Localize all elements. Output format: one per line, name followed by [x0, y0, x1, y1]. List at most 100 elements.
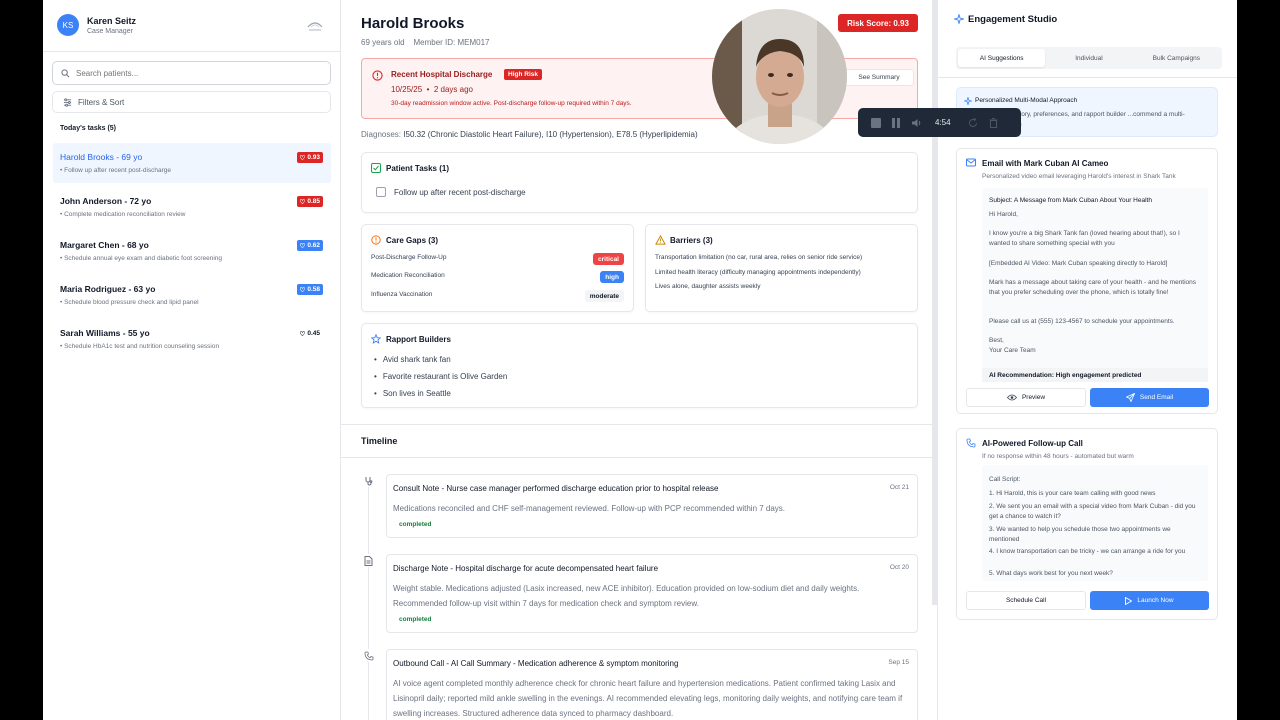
- sparkle-icon: [964, 97, 972, 105]
- email-line: Please call us at (555) 123-4567 to sche…: [989, 318, 1175, 325]
- alert-message: 30-day readmission window active. Post-d…: [391, 100, 632, 107]
- tasks-title: Today's tasks (5): [60, 125, 116, 132]
- alert-circle-icon: [371, 235, 381, 245]
- timeline-item[interactable]: Outbound Call - AI Call Summary - Medica…: [386, 649, 918, 720]
- score-badge: ♡ 0.93: [296, 152, 323, 163]
- script-line: 4. I know transportation can be tricky -…: [989, 548, 1186, 555]
- card-subtitle: If no response within 48 hours - automat…: [982, 453, 1134, 460]
- alert-date: 10/25/25 • 2 days ago: [391, 85, 473, 94]
- alert-circle-icon: [372, 70, 383, 81]
- checkbox[interactable]: [376, 187, 386, 197]
- schedule-call-button[interactable]: Schedule Call: [966, 591, 1086, 610]
- patient-name: John Anderson - 72 yo: [60, 196, 152, 206]
- timeline-item-title: Consult Note - Nurse case manager perfor…: [393, 484, 719, 493]
- email-line: Hi Harold,: [989, 211, 1018, 218]
- patient-task: • Schedule annual eye exam and diabetic …: [60, 255, 223, 262]
- stop-icon[interactable]: [871, 117, 881, 128]
- patient-name: Sarah Williams - 55 yo: [60, 328, 150, 338]
- play-icon: [1125, 596, 1133, 605]
- patient-item[interactable]: Sarah Williams - 55 yo • Schedule HbA1c …: [53, 319, 331, 359]
- patient-meta: 69 years old Member ID: MEM017: [361, 38, 490, 47]
- rapport-builders-card: Rapport Builders Avid shark tank fan Fav…: [361, 323, 918, 408]
- send-email-button[interactable]: Send Email: [1090, 388, 1209, 407]
- see-summary-button[interactable]: See Summary: [844, 69, 914, 86]
- timeline-title: Timeline: [361, 436, 398, 446]
- card-title: Rapport Builders: [386, 335, 451, 344]
- score-badge: ♡ 0.62: [296, 240, 323, 251]
- email-line: Best,: [989, 337, 1004, 344]
- user-profile[interactable]: KS Karen Seitz Case Manager: [57, 14, 136, 36]
- search-input[interactable]: [76, 68, 306, 78]
- card-title: Patient Tasks (1): [386, 164, 449, 173]
- preview-button[interactable]: Preview: [966, 388, 1086, 407]
- patient-item[interactable]: Maria Rodriguez - 63 yo • Schedule blood…: [53, 275, 331, 315]
- status-badge: completed: [399, 521, 432, 528]
- script-line: 3. We wanted to help you schedule those …: [989, 526, 1171, 543]
- sliders-icon: [63, 97, 72, 107]
- followup-call-card: AI-Powered Follow-up Call If no response…: [956, 428, 1218, 620]
- email-suggestion-card: Email with Mark Cuban AI Cameo Personali…: [956, 148, 1218, 414]
- timeline-item[interactable]: Discharge Note - Hospital discharge for …: [386, 554, 918, 633]
- timeline-item-body: Medications reconciled and CHF self-mana…: [393, 504, 786, 513]
- timeline-item-date: Oct 21: [889, 484, 909, 491]
- score-badge: ♡ 0.85: [296, 196, 323, 207]
- heart-icon: ♡: [299, 198, 306, 206]
- star-icon: [371, 334, 381, 344]
- filters-sort-button[interactable]: Filters & Sort: [52, 91, 331, 113]
- card-title: Care Gaps (3): [386, 236, 439, 245]
- timeline-item-body: Weight stable. Medications adjusted (Las…: [393, 584, 860, 608]
- restart-icon[interactable]: [968, 117, 978, 128]
- trash-icon[interactable]: [989, 117, 998, 128]
- patient-name: Harold Brooks - 69 yo: [60, 152, 143, 162]
- tab-bulk-campaigns[interactable]: Bulk Campaigns: [1133, 49, 1220, 67]
- script-line: 2. We sent you an email with a special v…: [989, 503, 1196, 520]
- task-item[interactable]: Follow up after recent post-discharge: [376, 187, 526, 197]
- patient-item[interactable]: Margaret Chen - 68 yo • Schedule annual …: [53, 231, 331, 271]
- search-icon: [61, 68, 70, 77]
- call-script: Call Script: 1. Hi Harold, this is your …: [982, 465, 1208, 581]
- patient-item[interactable]: Harold Brooks - 69 yo • Follow up after …: [53, 143, 331, 183]
- diagnoses: Diagnoses: I50.32 (Chronic Diastolic Hea…: [361, 130, 698, 139]
- patient-task: • Schedule blood pressure check and lipi…: [60, 299, 199, 306]
- patient-item[interactable]: John Anderson - 72 yo • Complete medicat…: [53, 187, 331, 227]
- script-line: 1. Hi Harold, this is your care team cal…: [989, 490, 1156, 497]
- timeline-item-title: Outbound Call - AI Call Summary - Medica…: [393, 659, 679, 668]
- document-icon: [362, 554, 375, 567]
- recording-controls: 4:54: [858, 108, 1021, 137]
- user-name: Karen Seitz: [87, 15, 137, 26]
- care-gap-item: Post-Discharge Follow-Up: [371, 254, 447, 261]
- patient-tasks-card: Patient Tasks (1) Follow up after recent…: [361, 152, 918, 213]
- presenter-image: [712, 9, 847, 144]
- tab-individual[interactable]: Individual: [1045, 49, 1132, 67]
- status-badge: completed: [399, 616, 432, 623]
- rapport-item: Avid shark tank fan: [374, 355, 451, 364]
- heart-icon: ♡: [299, 242, 306, 250]
- care-gap-item: Medication Reconciliation: [371, 272, 445, 279]
- patient-task: • Follow up after recent post-discharge: [60, 167, 172, 174]
- email-preview: Subject: A Message from Mark Cuban About…: [982, 188, 1208, 382]
- user-role: Case Manager: [87, 27, 133, 35]
- score-badge: ♡ 0.45: [299, 330, 320, 338]
- timeline-item[interactable]: Consult Note - Nurse case manager perfor…: [386, 474, 918, 538]
- mail-icon: [966, 158, 976, 167]
- patient-task: • Complete medication reconciliation rev…: [60, 211, 186, 218]
- card-title: AI-Powered Follow-up Call: [982, 439, 1083, 448]
- volume-icon[interactable]: [911, 118, 922, 128]
- launch-now-button[interactable]: Launch Now: [1090, 591, 1209, 610]
- search-box[interactable]: [52, 61, 331, 85]
- check-square-icon: [371, 163, 381, 173]
- avatar: KS: [57, 14, 79, 36]
- timeline-item-date: Oct 20: [889, 564, 909, 571]
- tab-bar: AI Suggestions Individual Bulk Campaigns: [956, 47, 1222, 69]
- phone-icon: [362, 649, 375, 662]
- warning-triangle-icon: [655, 235, 666, 245]
- alert-title: Recent Hospital Discharge: [391, 70, 493, 79]
- webcam-bubble[interactable]: [712, 9, 847, 144]
- email-line: I know you're a big Shark Tank fan (love…: [989, 230, 1180, 247]
- script-line: 5. What days work best for you next week…: [989, 570, 1113, 577]
- tab-ai-suggestions[interactable]: AI Suggestions: [958, 49, 1046, 67]
- barriers-card: Barriers (3) Transportation limitation (…: [645, 224, 918, 312]
- pause-icon[interactable]: [892, 117, 900, 128]
- email-subject: Subject: A Message from Mark Cuban About…: [989, 197, 1152, 204]
- page-title: Harold Brooks: [361, 15, 465, 32]
